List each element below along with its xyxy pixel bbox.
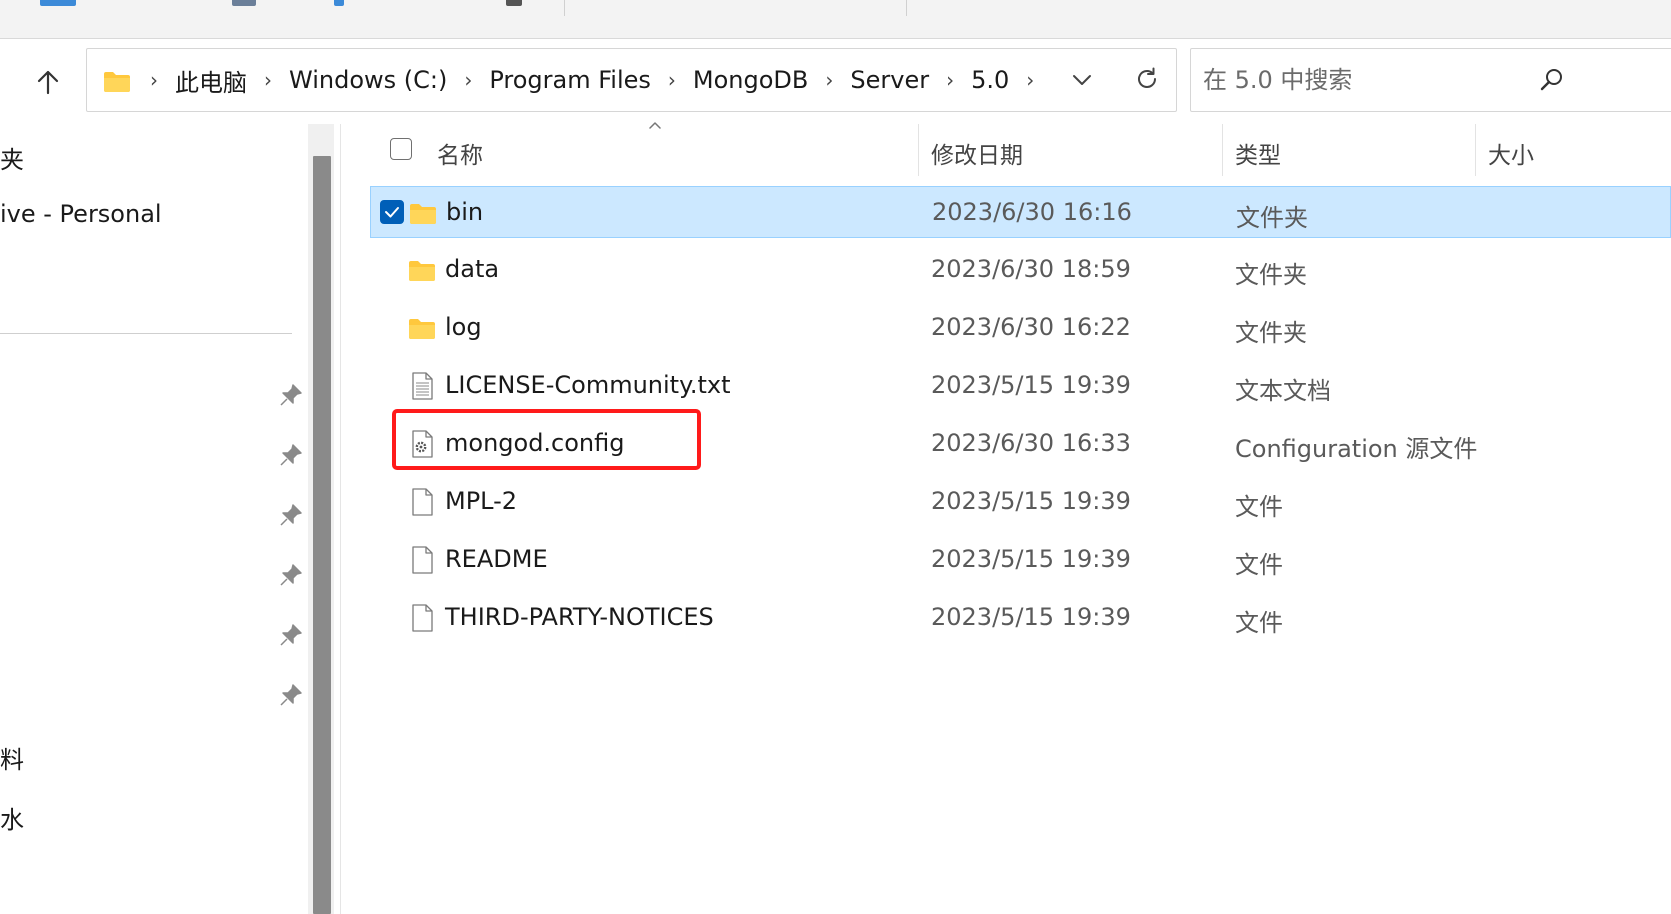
breadcrumb-item[interactable]: Program Files [487, 66, 653, 94]
folder-icon [104, 72, 130, 92]
command-bar [0, 0, 1671, 39]
search-icon[interactable] [1539, 67, 1565, 93]
file-type: 文件 [1235, 609, 1283, 637]
toolbar-icon[interactable] [334, 0, 344, 6]
file-name: MPL-2 [445, 487, 518, 515]
breadcrumb-item[interactable]: 此电脑 [173, 63, 249, 98]
select-all-checkbox[interactable] [390, 138, 412, 160]
column-header-row: 名称 修改日期 类型 大小 [370, 122, 1671, 180]
folder-icon [410, 204, 436, 224]
file-row[interactable]: bin 2023/6/30 16:16 文件夹 [370, 186, 1671, 238]
chevron-right-icon[interactable]: › [249, 68, 287, 92]
breadcrumb-item[interactable]: 5.0 [969, 66, 1011, 94]
chevron-right-icon[interactable]: › [810, 68, 848, 92]
pin-icon [280, 564, 302, 586]
folder-icon [409, 261, 435, 281]
pin-icon [280, 624, 302, 646]
column-divider[interactable] [1222, 124, 1223, 176]
nav-item-documents[interactable]: 料 [0, 740, 24, 775]
file-name: data [445, 255, 500, 283]
file-type: 文件 [1235, 551, 1283, 579]
file-type: 文件夹 [1235, 261, 1307, 289]
file-date: 2023/5/15 19:39 [931, 487, 1131, 515]
search-box [1190, 48, 1671, 112]
file-date: 2023/5/15 19:39 [931, 371, 1131, 399]
chevron-right-icon[interactable]: › [135, 68, 173, 92]
file-type: 文件夹 [1235, 319, 1307, 347]
file-date: 2023/6/30 16:22 [931, 313, 1131, 341]
pin-icon [280, 684, 302, 706]
highlight-annotation [392, 409, 701, 470]
toolbar-separator [906, 0, 907, 16]
column-header-type[interactable]: 类型 [1235, 136, 1281, 170]
refresh-icon[interactable] [1133, 65, 1161, 93]
folder-icon [409, 319, 435, 339]
toolbar-icon[interactable] [40, 0, 76, 6]
breadcrumb-item[interactable]: Windows (C:) [287, 66, 449, 94]
breadcrumb-item[interactable]: MongoDB [691, 66, 810, 94]
file-row[interactable]: THIRD-PARTY-NOTICES 2023/5/15 19:39 文件 [370, 592, 1671, 644]
address-bar[interactable]: › 此电脑 › Windows (C:) › Program Files › M… [86, 48, 1177, 112]
pin-icon [280, 444, 302, 466]
nav-item-water[interactable]: 水 [0, 800, 24, 835]
file-name: LICENSE-Community.txt [445, 371, 731, 399]
toolbar-separator [564, 0, 565, 16]
search-input[interactable] [1203, 49, 1523, 111]
pin-icon [280, 504, 302, 526]
row-checkbox[interactable] [380, 200, 404, 224]
file-row[interactable]: README 2023/5/15 19:39 文件 [370, 534, 1671, 586]
file-icon [412, 546, 433, 574]
file-date: 2023/6/30 16:16 [932, 198, 1132, 226]
chevron-right-icon[interactable]: › [653, 68, 691, 92]
text-file-icon [412, 372, 433, 400]
toolbar-icon[interactable] [232, 0, 256, 6]
nav-item-folders[interactable]: 夹 [0, 140, 24, 175]
nav-item-onedrive[interactable]: ive - Personal [0, 200, 162, 228]
checkmark-icon [385, 207, 399, 218]
navigation-pane: 夹 ive - Personal 料 水 [0, 124, 306, 914]
file-type: Configuration 源文件 [1235, 435, 1478, 463]
column-divider[interactable] [1475, 124, 1476, 176]
breadcrumb-item[interactable]: Server [848, 66, 931, 94]
file-type: 文件夹 [1236, 204, 1308, 232]
arrow-up-icon [37, 70, 59, 95]
pane-divider[interactable] [340, 124, 341, 914]
file-type: 文件 [1235, 493, 1283, 521]
nav-divider [0, 333, 292, 334]
chevron-down-icon[interactable] [1069, 67, 1095, 93]
file-icon [412, 488, 433, 516]
file-date: 2023/6/30 18:59 [931, 255, 1131, 283]
chevron-right-icon[interactable]: › [1011, 68, 1049, 92]
chevron-right-icon[interactable]: › [449, 68, 487, 92]
file-name: THIRD-PARTY-NOTICES [445, 603, 714, 631]
up-button[interactable] [28, 62, 68, 102]
file-date: 2023/5/15 19:39 [931, 545, 1131, 573]
file-type: 文本文档 [1235, 377, 1331, 405]
file-name: log [445, 313, 482, 341]
breadcrumb: › 此电脑 › Windows (C:) › Program Files › M… [135, 49, 1049, 111]
column-header-size[interactable]: 大小 [1488, 136, 1534, 170]
file-date: 2023/5/15 19:39 [931, 603, 1131, 631]
file-row[interactable]: MPL-2 2023/5/15 19:39 文件 [370, 476, 1671, 528]
toolbar-icon[interactable] [506, 0, 522, 6]
file-row[interactable]: log 2023/6/30 16:22 文件夹 [370, 302, 1671, 354]
chevron-right-icon[interactable]: › [931, 68, 969, 92]
column-header-date[interactable]: 修改日期 [931, 136, 1023, 170]
file-row[interactable]: LICENSE-Community.txt 2023/5/15 19:39 文本… [370, 360, 1671, 412]
file-name: README [445, 545, 548, 573]
pin-icon [280, 384, 302, 406]
file-icon [412, 604, 433, 632]
file-date: 2023/6/30 16:33 [931, 429, 1131, 457]
file-row[interactable]: data 2023/6/30 18:59 文件夹 [370, 244, 1671, 296]
column-header-name[interactable]: 名称 [437, 136, 483, 170]
sort-ascending-icon [649, 122, 661, 129]
file-name: bin [446, 198, 484, 226]
column-divider[interactable] [918, 124, 919, 176]
nav-scrollbar-thumb[interactable] [313, 156, 331, 914]
